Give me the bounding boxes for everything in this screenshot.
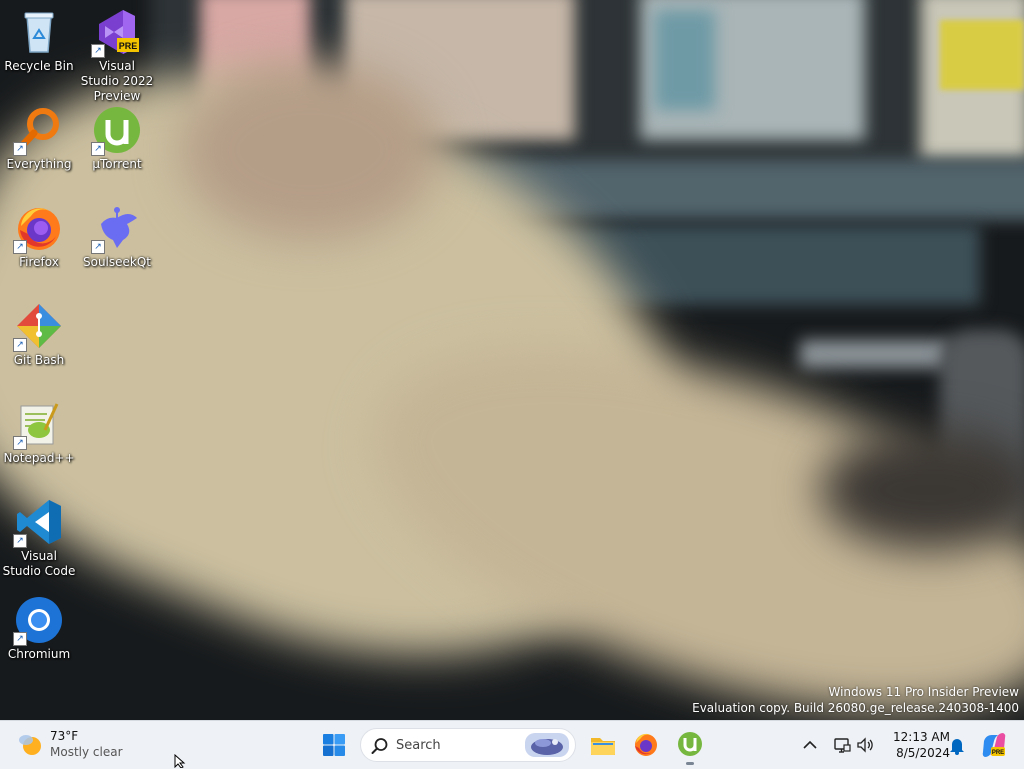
clock-date: 8/5/2024 [896, 746, 950, 760]
start-button[interactable] [316, 727, 352, 763]
bell-icon [950, 739, 964, 755]
taskbar-utorrent[interactable] [672, 727, 708, 765]
copilot-button[interactable]: PRE [980, 731, 1008, 759]
desktop-icon-label: Firefox [19, 255, 59, 269]
visual-studio-icon: PRE ↗ [91, 8, 141, 58]
firefox-icon: ↗ [13, 204, 63, 254]
shortcut-arrow-icon: ↗ [13, 240, 27, 254]
desktop-icon-vscode[interactable]: ↗ Visual Studio Code [1, 498, 77, 579]
volume-button[interactable] [853, 731, 877, 759]
desktop-icon-label: SoulseekQt [82, 255, 151, 269]
search-icon [371, 738, 388, 754]
desktop-icon-label: Visual Studio 2022 Preview [80, 59, 154, 103]
svg-text:PRE: PRE [119, 41, 138, 51]
everything-search-icon: ↗ [13, 106, 63, 156]
desktop-icon-firefox[interactable]: ↗ Firefox [1, 204, 77, 270]
desktop-icon-git-bash[interactable]: ↗ Git Bash [1, 302, 77, 368]
windows-evaluation-watermark: Windows 11 Pro Insider Preview Evaluatio… [692, 684, 1019, 716]
desktop-icon-notepadpp[interactable]: ↗ Notepad++ [1, 400, 77, 466]
volume-icon [857, 737, 873, 753]
chevron-up-icon [803, 740, 817, 749]
desktop-icon-everything[interactable]: ↗ Everything [1, 106, 77, 172]
weather-widget[interactable]: 73°F Mostly clear [16, 727, 126, 763]
utorrent-icon [678, 732, 702, 756]
clock-time: 12:13 AM [893, 730, 950, 744]
shortcut-arrow-icon: ↗ [13, 436, 27, 450]
file-explorer-icon [591, 738, 615, 755]
desktop-icon-label: Recycle Bin [4, 59, 74, 73]
shortcut-arrow-icon: ↗ [91, 44, 105, 58]
shortcut-arrow-icon: ↗ [13, 338, 27, 352]
git-bash-icon: ↗ [13, 302, 63, 352]
show-hidden-icons-button[interactable] [798, 731, 822, 759]
search-highlight-icon [525, 733, 569, 757]
desktop-icon-recycle-bin[interactable]: Recycle Bin [1, 8, 77, 74]
desktop-icon-soulseek[interactable]: ↗ SoulseekQt [79, 204, 155, 270]
firefox-icon [635, 733, 657, 756]
notifications-button[interactable] [945, 731, 969, 759]
taskbar-file-explorer[interactable] [585, 727, 621, 763]
watermark-line-edition: Windows 11 Pro Insider Preview [828, 685, 1019, 699]
chromium-icon: ↗ [13, 596, 63, 646]
utorrent-icon: ↗ [91, 106, 141, 156]
shortcut-arrow-icon: ↗ [91, 240, 105, 254]
taskbar-clock[interactable]: 12:13 AM 8/5/2024 [880, 729, 950, 761]
desktop-icon-utorrent[interactable]: ↗ µTorrent [79, 106, 155, 172]
svg-text:PRE: PRE [992, 750, 1004, 756]
notepadpp-icon: ↗ [13, 400, 63, 450]
watermark-line-build: Evaluation copy. Build 26080.ge_release.… [692, 701, 1019, 715]
recycle-bin-icon [15, 8, 63, 56]
shortcut-arrow-icon: ↗ [13, 534, 27, 548]
desktop-icon-label: Everything [6, 157, 72, 171]
shortcut-arrow-icon: ↗ [13, 142, 27, 156]
weather-condition: Mostly clear [50, 745, 123, 759]
taskbar-search-box[interactable]: Search [360, 728, 576, 762]
desktop-icon-label: Notepad++ [3, 451, 75, 465]
weather-sun-icon [18, 732, 44, 758]
search-placeholder: Search [396, 738, 441, 753]
taskbar-firefox[interactable] [628, 727, 664, 763]
soulseek-icon: ↗ [91, 204, 141, 254]
weather-temperature: 73°F [50, 729, 79, 743]
shortcut-arrow-icon: ↗ [91, 142, 105, 156]
network-icon [834, 738, 851, 753]
shortcut-arrow-icon: ↗ [13, 632, 27, 646]
desktop-icon-visual-studio[interactable]: PRE ↗ Visual Studio 2022 Preview [79, 8, 155, 104]
desktop-icon-label: Visual Studio Code [2, 549, 76, 578]
desktop-icon-label: µTorrent [92, 157, 142, 171]
copilot-icon: PRE [982, 733, 1006, 757]
desktop-icon-label: Chromium [7, 647, 71, 661]
running-indicator [686, 762, 694, 765]
desktop-icon-chromium[interactable]: ↗ Chromium [1, 596, 77, 662]
windows-start-icon [323, 734, 345, 756]
desktop-icon-label: Git Bash [13, 353, 65, 367]
taskbar: 73°F Mostly clear Search 12:13 AM 8/5/20… [0, 720, 1024, 769]
mouse-cursor-icon [174, 754, 186, 768]
vscode-icon: ↗ [13, 498, 63, 548]
network-status-button[interactable] [830, 731, 854, 759]
